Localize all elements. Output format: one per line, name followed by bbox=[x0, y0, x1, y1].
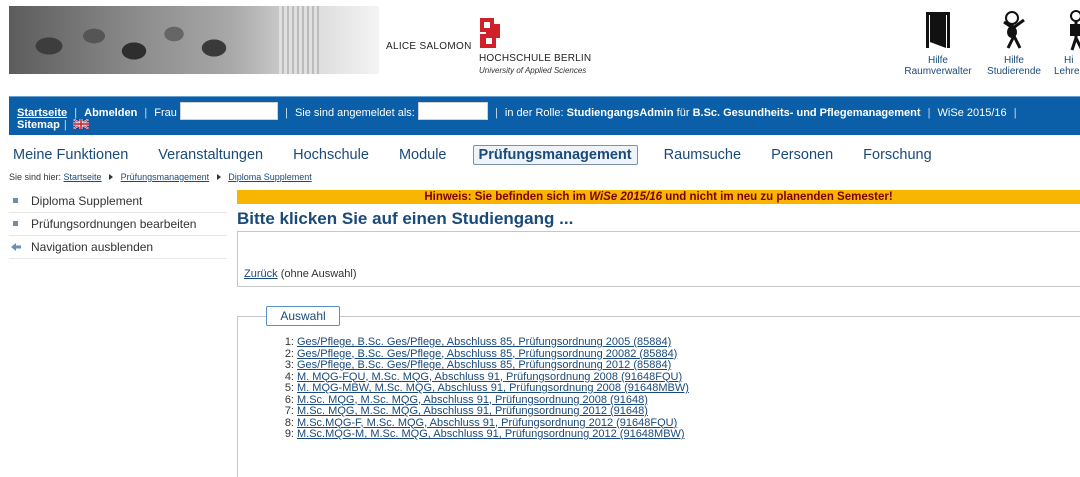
studiengang-link[interactable]: M.Sc.MQG-F, M.Sc. MQG, Abschluss 91, Prü… bbox=[297, 417, 677, 429]
square-bullet-icon bbox=[13, 198, 18, 203]
breadcrumb-startseite[interactable]: Startseite bbox=[64, 172, 102, 182]
list-item-number: 9: bbox=[284, 428, 294, 440]
sidebar-item-label: Prüfungsordnungen bearbeiten bbox=[31, 217, 197, 231]
studiengang-link[interactable]: M.Sc.MQG-M, M.Sc. MQG, Abschluss 91, Prü… bbox=[297, 428, 685, 440]
main-navigation: Meine Funktionen Veranstaltungen Hochsch… bbox=[9, 145, 954, 165]
breadcrumb-prefix: Sie sind hier: bbox=[9, 172, 62, 182]
zurueck-link[interactable]: Zurück bbox=[244, 268, 278, 280]
angemeldet-label: Sie sind angemeldet als: bbox=[294, 107, 415, 119]
studiengang-link[interactable]: M. MQG-MBW, M.Sc. MQG, Abschluss 91, Prü… bbox=[297, 382, 689, 394]
breadcrumb-pruefungsmanagement[interactable]: Prüfungsmanagement bbox=[121, 172, 210, 182]
studiengang-value: B.Sc. Gesundheits- und Pflegemanagement bbox=[692, 107, 921, 119]
back-box: Zurück (ohne Auswahl) bbox=[237, 231, 1080, 287]
nav-module[interactable]: Module bbox=[395, 146, 451, 164]
banner-photo bbox=[9, 6, 379, 74]
help-studierende-line1: Hilfe bbox=[1003, 55, 1024, 66]
help-raumverwalter-line1: Hilfe bbox=[927, 55, 948, 66]
rolle-value: StudiengangsAdmin bbox=[566, 107, 674, 119]
frau-label: Frau bbox=[154, 107, 177, 119]
page-title: Bitte klicken Sie auf einen Studiengang … bbox=[237, 209, 574, 228]
startseite-link[interactable]: Startseite bbox=[17, 107, 67, 119]
nav-raumsuche[interactable]: Raumsuche bbox=[660, 146, 745, 164]
arrow-left-icon bbox=[11, 243, 21, 251]
list-item: 9: M.Sc.MQG-M, M.Sc. MQG, Abschluss 91, P… bbox=[274, 428, 689, 441]
help-lehrende-line2: Lehre bbox=[1054, 66, 1080, 77]
nav-pruefungsmanagement[interactable]: Prüfungsmanagement bbox=[472, 145, 638, 165]
notice-suffix: und nicht im neu zu planenden Semester! bbox=[665, 191, 893, 203]
studiengang-link[interactable]: Ges/Pflege, B.Sc. Ges/Pflege, Abschluss … bbox=[297, 359, 671, 371]
student-figure-icon bbox=[1003, 11, 1025, 49]
list-item-number: 5: bbox=[284, 382, 294, 394]
nav-hochschule[interactable]: Hochschule bbox=[289, 146, 373, 164]
sidebar-item-navigation-ausblenden[interactable]: Navigation ausblenden bbox=[9, 236, 227, 259]
list-item-number: 3: bbox=[284, 359, 294, 371]
auswahl-fieldset: Auswahl 1: Ges/Pflege, B.Sc. Ges/Pflege, … bbox=[237, 306, 1080, 477]
logo-text-hochschule: HOCHSCHULE BERLIN bbox=[479, 53, 592, 64]
breadcrumb-arrow-icon bbox=[109, 174, 114, 180]
logo-text-alice-salomon: ALICE SALOMON bbox=[386, 41, 472, 52]
door-icon bbox=[926, 12, 950, 48]
logo-text-university: University of Applied Sciences bbox=[479, 66, 587, 75]
abmelden-link[interactable]: Abmelden bbox=[84, 107, 137, 119]
sidebar: Diploma Supplement Prüfungsordnungen bea… bbox=[9, 190, 227, 259]
notice-prefix: Hinweis: Sie befinden sich im bbox=[424, 191, 586, 203]
breadcrumb-arrow-icon bbox=[216, 174, 221, 180]
sidebar-item-label: Navigation ausblenden bbox=[31, 240, 154, 254]
breadcrumb-diploma-supplement[interactable]: Diploma Supplement bbox=[228, 172, 312, 182]
sidebar-item-label: Diploma Supplement bbox=[31, 194, 143, 208]
nav-forschung[interactable]: Forschung bbox=[859, 146, 936, 164]
studiengang-link[interactable]: Ges/Pflege, B.Sc. Ges/Pflege, Abschluss … bbox=[297, 348, 677, 360]
page-header: ALICE SALOMON HOCHSCHULE BERLIN Universi… bbox=[0, 0, 1080, 95]
help-lehrende-link[interactable]: Hi Lehre bbox=[1050, 8, 1080, 77]
help-studierende-line2: Studierende bbox=[987, 66, 1041, 77]
redacted-name bbox=[179, 102, 278, 120]
session-bar: Startseite | Abmelden | Frau | Sie sind … bbox=[9, 96, 1080, 135]
nav-meine-funktionen[interactable]: Meine Funktionen bbox=[9, 146, 132, 164]
studiengang-link[interactable]: Ges/Pflege, B.Sc. Ges/Pflege, Abschluss … bbox=[297, 336, 671, 348]
help-raumverwalter-line2: Raumverwalter bbox=[904, 66, 972, 77]
semester-notice: Hinweis: Sie befinden sich im WiSe 2015/… bbox=[237, 190, 1080, 204]
list-item-number: 1: bbox=[284, 336, 294, 348]
redacted-login bbox=[417, 102, 488, 120]
ash-logo-icon bbox=[480, 18, 500, 48]
fuer-label: für bbox=[676, 107, 690, 119]
help-studierende-link[interactable]: Hilfe Studierende bbox=[982, 8, 1046, 77]
semester-value: WiSe 2015/16 bbox=[937, 107, 1007, 119]
studiengang-link[interactable]: M.Sc. MQG, M.Sc. MQG, Abschluss 91, Prüf… bbox=[297, 405, 648, 417]
help-lehrende-line1: Hi bbox=[1064, 55, 1074, 66]
zurueck-note: (ohne Auswahl) bbox=[280, 268, 357, 280]
square-bullet-icon bbox=[13, 221, 18, 226]
notice-semester: WiSe 2015/16 bbox=[589, 191, 662, 203]
uk-flag-icon[interactable] bbox=[72, 119, 89, 129]
rolle-prefix: in der Rolle: bbox=[504, 107, 564, 119]
studiengang-link[interactable]: M.Sc. MQG, M.Sc. MQG, Abschluss 91, Prüf… bbox=[297, 394, 648, 406]
sidebar-item-diploma-supplement[interactable]: Diploma Supplement bbox=[9, 190, 227, 213]
nav-veranstaltungen[interactable]: Veranstaltungen bbox=[154, 146, 267, 164]
studiengang-link[interactable]: M. MQG-FQU, M.Sc. MQG, Abschluss 91, Prü… bbox=[297, 371, 682, 383]
sidebar-item-pruefungsordnungen[interactable]: Prüfungsordnungen bearbeiten bbox=[9, 213, 227, 236]
breadcrumb: Sie sind hier: Startseite Prüfungsmanage… bbox=[9, 172, 312, 182]
list-item-number: 7: bbox=[284, 405, 294, 417]
auswahl-legend: Auswahl bbox=[266, 306, 340, 326]
help-raumverwalter-link[interactable]: Hilfe Raumverwalter bbox=[898, 8, 978, 77]
studiengang-list: 1: Ges/Pflege, B.Sc. Ges/Pflege, Abschlus… bbox=[274, 336, 689, 441]
nav-personen[interactable]: Personen bbox=[767, 146, 837, 164]
sitemap-link[interactable]: Sitemap bbox=[17, 119, 60, 131]
lecturer-figure-icon bbox=[1070, 10, 1080, 51]
